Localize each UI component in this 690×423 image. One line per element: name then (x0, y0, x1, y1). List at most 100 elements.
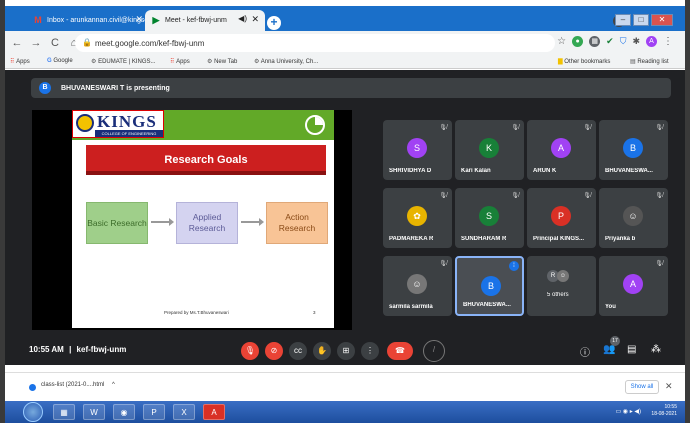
mic-off-icon: 🎙︎̸ (583, 125, 591, 131)
participant-tile[interactable]: 🎙︎̸ K Kari Kalan (455, 120, 524, 180)
star-icon[interactable]: ☆ (557, 36, 566, 47)
pencil-icon: / (432, 345, 436, 354)
mic-off-icon: 🎙︎̸ (439, 261, 447, 267)
more-options-button[interactable]: ⋮ (361, 342, 379, 360)
show-all-button[interactable]: Show all (625, 380, 659, 394)
present-button[interactable]: ⊞ (337, 342, 355, 360)
participant-tile[interactable]: 🎙︎̸ ☺ sarmila sarmila (383, 256, 452, 316)
back-icon[interactable]: ← (10, 37, 24, 49)
photo-avatar-icon: ☺ (407, 274, 427, 294)
excel-taskbar-icon[interactable]: X (173, 404, 195, 420)
speaker-icon[interactable]: ◀) (238, 14, 247, 23)
acrobat-taskbar-icon[interactable]: A (203, 404, 225, 420)
window-close-button[interactable]: ✕ (651, 14, 673, 26)
menu-icon[interactable]: ⋮ (663, 36, 673, 47)
bookmark-apps[interactable]: ⠿ Apps (10, 58, 30, 65)
bookmark-anna-university[interactable]: ⚙ Anna University, Ch... (254, 58, 318, 65)
participant-tile[interactable]: 🎙︎̸ ☺ Priyanka b (599, 188, 668, 248)
photo-avatar-icon: ☺ (557, 270, 569, 282)
leave-call-button[interactable]: ☎ (387, 342, 413, 360)
reload-icon[interactable]: C (48, 37, 62, 49)
activities-icon[interactable]: ⁂ (651, 344, 661, 355)
participant-tile[interactable]: 🎙︎̸ P Principal KINGS... (527, 188, 596, 248)
clock-time: 10:55 (664, 404, 677, 410)
url-input[interactable]: 🔒 meet.google.com/kef-fbwj-unm (75, 34, 555, 52)
others-tile[interactable]: R ☺ 5 others (527, 256, 596, 316)
puzzle-icon[interactable]: ✱ (632, 36, 640, 47)
participant-tile[interactable]: 🎙︎̸ A ARUN K (527, 120, 596, 180)
mic-toggle-button[interactable]: 🎙︎ (241, 342, 259, 360)
tab-inbox[interactable]: M Inbox - arunkannan.civil@kingsc ✕ (27, 10, 149, 31)
pencil-button[interactable]: / (423, 340, 445, 362)
pie-chart-icon (305, 115, 325, 135)
mic-off-icon: 🎙︎̸ (655, 125, 663, 131)
mic-off-icon: 🎙︎̸ (655, 261, 663, 267)
meet-icon: ▶ (152, 15, 160, 25)
participant-tile-active-speaker[interactable]: ⁞ B BHUVANESWA... (455, 256, 524, 316)
forward-icon[interactable]: → (29, 37, 43, 49)
participant-tile[interactable]: 🎙︎̸ B BHUVANESWA... (599, 120, 668, 180)
chat-icon[interactable]: ▤ (627, 344, 636, 355)
reading-list[interactable]: ▤ Reading list (630, 58, 669, 65)
avatar: A (623, 274, 643, 294)
extension-icon[interactable]: ● (572, 36, 584, 47)
explorer-taskbar-icon[interactable]: ▦ (53, 404, 75, 420)
avatar: A (551, 138, 571, 158)
captions-button[interactable]: cc (289, 342, 307, 360)
address-bar-row: ← → C ⌂ 🔒 meet.google.com/kef-fbwj-unm ☆… (5, 31, 685, 55)
info-icon[interactable]: ⓘ (580, 344, 590, 359)
close-icon[interactable]: ✕ (251, 14, 259, 25)
participant-name: Kari Kalan (461, 168, 491, 174)
shield-icon[interactable]: ⛉ (620, 36, 627, 47)
presentation-slide: KINGS COLLEGE OF ENGINEERING Research Go… (32, 110, 352, 330)
download-item[interactable]: class-list (2021-0....html ^ (41, 382, 115, 388)
self-tile[interactable]: 🎙︎̸ A You (599, 256, 668, 316)
maximize-button[interactable]: □ (633, 14, 649, 26)
check-icon[interactable]: ✔ (606, 36, 614, 47)
meet-control-bar: 10:55 AM | kef-fbwj-unm 🎙︎ ⊘ cc ✋ ⊞ ⋮ ☎ … (5, 334, 685, 365)
extension-icon[interactable]: ▦ (589, 36, 601, 47)
more-vert-icon: ⋮ (366, 346, 374, 355)
others-avatars: R ☺ (547, 270, 573, 284)
participant-tile[interactable]: 🎙︎̸ ✿ PADMAREKA R (383, 188, 452, 248)
participant-name: Priyanka b (605, 236, 636, 242)
avatar: S (479, 206, 499, 226)
chrome-taskbar-icon[interactable]: ◉ (113, 404, 135, 420)
slide-title: Research Goals (86, 145, 326, 175)
slide-footer: Prepared by Ms.T.Bhuvaneswari (164, 310, 229, 315)
meeting-code: kef-fbwj-unm (76, 345, 127, 354)
participant-name: SUNDHARAM R (461, 236, 507, 242)
bookmark-google[interactable]: G Google (47, 58, 73, 64)
camera-toggle-button[interactable]: ⊘ (265, 342, 283, 360)
chevron-up-icon[interactable]: ^ (112, 382, 115, 388)
meeting-details: 10:55 AM | kef-fbwj-unm (29, 345, 126, 354)
minimize-button[interactable]: – (615, 14, 631, 26)
close-icon[interactable]: ✕ (135, 14, 143, 25)
meet-window: B BHUVANESWARI T is presenting KINGS COL… (5, 70, 685, 365)
speaking-indicator-icon: ⁞ (509, 261, 519, 271)
new-tab-button[interactable]: + (267, 16, 281, 30)
mic-off-icon: 🎙︎̸ (583, 193, 591, 199)
end-call-icon: ☎ (395, 346, 405, 355)
bookmark-new-tab[interactable]: ⚙ New Tab (207, 58, 237, 65)
avatar: B (481, 276, 501, 296)
logo-text: KINGS (97, 112, 157, 131)
other-bookmarks[interactable]: ▇ Other bookmarks (558, 58, 610, 65)
start-button[interactable] (23, 402, 43, 422)
close-icon[interactable]: ✕ (665, 381, 673, 392)
system-clock[interactable]: 10:55 18-08-2021 (651, 404, 677, 418)
arrow-icon (241, 218, 264, 226)
participant-tile[interactable]: 🎙︎̸ S SHRIVIDHYA D (383, 120, 452, 180)
word-taskbar-icon[interactable]: W (83, 404, 105, 420)
bookmark-edumate[interactable]: ⚙ EDUMATE | KINGS... (91, 58, 156, 65)
profile-avatar[interactable]: A (646, 36, 657, 47)
tab-meet[interactable]: ▶ Meet - kef-fbwj-unm ◀) ✕ (145, 10, 265, 31)
powerpoint-taskbar-icon[interactable]: P (143, 404, 165, 420)
bookmark-apps-2[interactable]: ⠿ Apps (170, 58, 190, 65)
browser-tab-bar: M Inbox - arunkannan.civil@kingsc ✕ ▶ Me… (5, 6, 685, 31)
raise-hand-button[interactable]: ✋ (313, 342, 331, 360)
download-bar: class-list (2021-0....html ^ Show all ✕ (5, 372, 685, 400)
action-research-box: Action Research (266, 202, 328, 244)
participant-tile[interactable]: 🎙︎̸ S SUNDHARAM R (455, 188, 524, 248)
tab-inbox-label: Inbox - arunkannan.civil@kingsc (47, 17, 148, 24)
